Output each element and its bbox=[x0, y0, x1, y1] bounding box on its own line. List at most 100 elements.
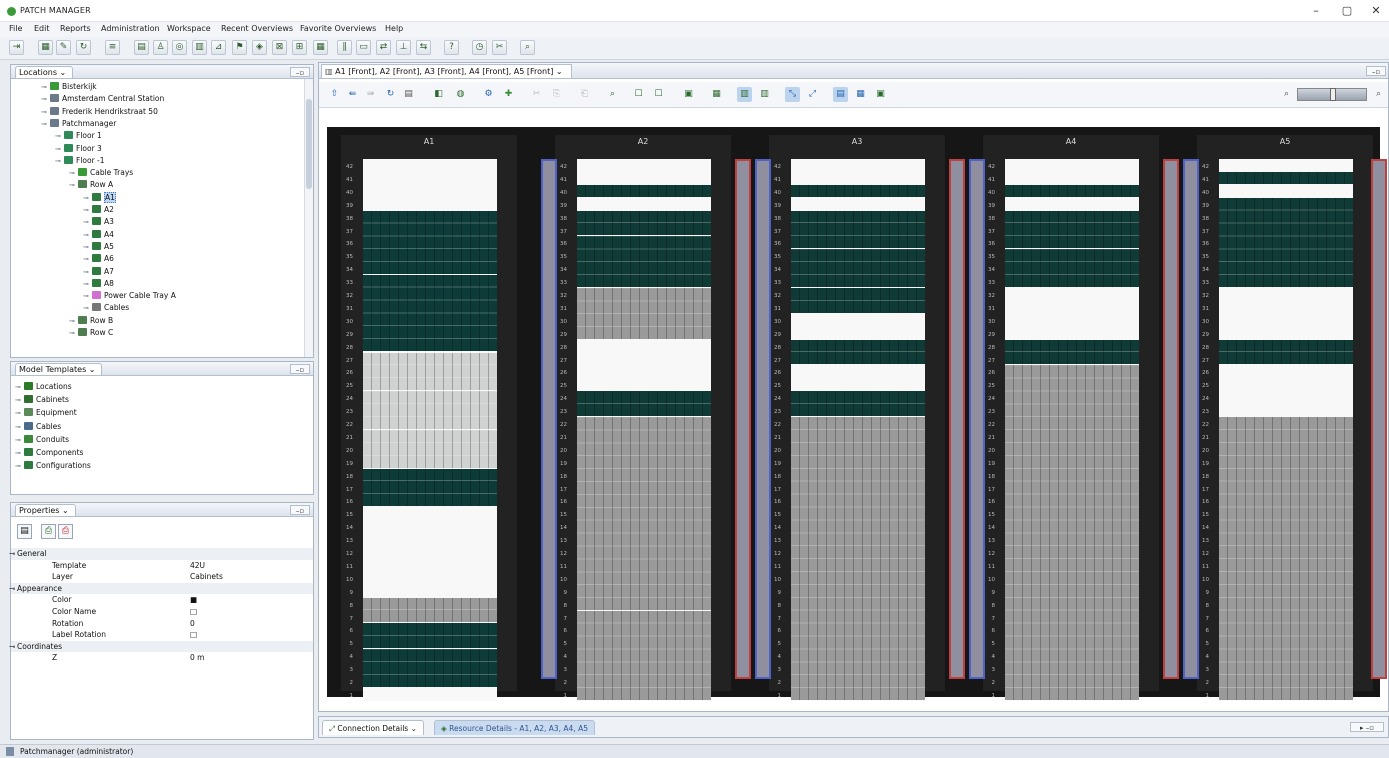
hierarchy-icon[interactable]: ⊥ bbox=[396, 40, 411, 55]
expand-icon[interactable]: ⊸ bbox=[83, 302, 92, 314]
rack-equipment[interactable] bbox=[1005, 249, 1139, 287]
location-tree-item[interactable]: ⊸ Cable Trays bbox=[69, 167, 133, 179]
menu-reports[interactable]: Reports bbox=[60, 24, 91, 33]
close-button[interactable]: ✕ bbox=[1365, 4, 1387, 18]
wrench-icon[interactable]: ✎ bbox=[56, 40, 71, 55]
film-icon[interactable]: ▤ bbox=[401, 87, 416, 102]
rack-equipment[interactable] bbox=[363, 429, 497, 468]
menu-administration[interactable]: Administration bbox=[101, 24, 160, 33]
rack-equipment[interactable] bbox=[363, 649, 497, 687]
help-icon[interactable]: ? bbox=[444, 40, 459, 55]
rack-equipment[interactable] bbox=[1005, 365, 1139, 700]
properties-minimize-button[interactable]: –▫ bbox=[290, 505, 310, 515]
rack-equipment[interactable] bbox=[791, 417, 925, 700]
network-icon[interactable]: ⊞ bbox=[292, 40, 307, 55]
expand-icon[interactable]: ⊸ bbox=[15, 460, 24, 472]
expand-icon[interactable]: ⊸ bbox=[15, 434, 24, 446]
rack-a1[interactable]: A1 42 41 40 39 38 37 36 35 34 33 32 31 30 29 28 27 26 25 24… bbox=[341, 135, 517, 701]
resource-details-tab[interactable]: ◈ Resource Details - A1, A2, A3, A4, A5 bbox=[434, 720, 595, 735]
rack-equipment[interactable] bbox=[791, 339, 925, 365]
globe-icon[interactable]: ◎ bbox=[172, 40, 187, 55]
view-icon[interactable]: ◧ bbox=[431, 87, 446, 102]
labels-icon[interactable]: ▤ bbox=[833, 87, 848, 102]
menu-favorite-overviews[interactable]: Favorite Overviews bbox=[300, 24, 376, 33]
front-view-icon[interactable]: ▥ bbox=[737, 87, 752, 102]
location-tree-item[interactable]: ⊸ A6 bbox=[83, 253, 114, 265]
export-icon[interactable]: ▣ bbox=[681, 87, 696, 102]
rack-equipment[interactable] bbox=[1005, 210, 1139, 249]
rack-equipment[interactable] bbox=[577, 610, 711, 700]
expand-icon[interactable]: ⊸ bbox=[41, 118, 50, 130]
refresh-icon[interactable]: ↻ bbox=[76, 40, 91, 55]
rack-equipment[interactable] bbox=[577, 184, 711, 197]
expand-icon[interactable]: ⊸ bbox=[41, 106, 50, 118]
property-value[interactable]: 42U bbox=[190, 560, 205, 572]
tree-icon[interactable]: ▦ bbox=[38, 40, 53, 55]
tools-icon[interactable]: ✂ bbox=[492, 40, 507, 55]
menu-edit[interactable]: Edit bbox=[34, 24, 50, 33]
template-item[interactable]: ⊸ Locations bbox=[15, 381, 72, 393]
location-tree-item[interactable]: ⊸ A5 bbox=[83, 241, 114, 253]
template-item[interactable]: ⊸ Cabinets bbox=[15, 394, 69, 406]
rack-a4[interactable]: A4 42 41 40 39 38 37 36 35 34 33 32 31 30 29 28 27 26 25 24… bbox=[983, 135, 1159, 701]
location-tree-item[interactable]: ⊸ Row B bbox=[69, 315, 113, 327]
expand-icon[interactable]: ⊸ bbox=[83, 241, 92, 253]
editor-minimize-button[interactable]: –▫ bbox=[1366, 66, 1386, 76]
rack-equipment[interactable] bbox=[1005, 339, 1139, 365]
tag-icon[interactable]: ◈ bbox=[252, 40, 267, 55]
rack-a5[interactable]: A5 42 41 40 39 38 37 36 35 34 33 32 31 30 29 28 27 26 25 24… bbox=[1197, 135, 1373, 701]
location-tree-item[interactable]: ⊸ A2 bbox=[83, 204, 114, 216]
template-item[interactable]: ⊸ Conduits bbox=[15, 434, 69, 446]
pdu-strip[interactable] bbox=[1183, 159, 1199, 679]
expand-icon[interactable]: ⊸ bbox=[15, 394, 24, 406]
rack-equipment[interactable] bbox=[791, 249, 925, 287]
property-row[interactable]: Color Name □ bbox=[11, 606, 313, 618]
cable-route-icon[interactable]: ⤢ bbox=[805, 87, 820, 102]
rack-equipment[interactable] bbox=[1219, 171, 1353, 184]
back-icon[interactable]: ⇚ bbox=[345, 87, 360, 102]
pdf-icon[interactable]: ⎙ bbox=[58, 524, 73, 539]
rack-equipment[interactable] bbox=[577, 288, 711, 339]
zoom-slider[interactable] bbox=[1297, 88, 1367, 101]
table-icon[interactable]: ▦ bbox=[313, 40, 328, 55]
expand-icon[interactable]: ⊸ bbox=[55, 143, 64, 155]
location-tree-item[interactable]: ⊸ Floor -1 bbox=[55, 155, 105, 167]
property-value[interactable]: ■ bbox=[190, 594, 197, 606]
menu-workspace[interactable]: Workspace bbox=[167, 24, 211, 33]
zoom-slider-thumb[interactable] bbox=[1330, 88, 1336, 101]
exit-icon[interactable]: ⇥ bbox=[9, 40, 24, 55]
forward-icon[interactable]: ⇛ bbox=[363, 87, 378, 102]
location-tree-item[interactable]: ⊸ Amsterdam Central Station bbox=[41, 93, 164, 105]
comment-add-icon[interactable]: ☐ bbox=[651, 87, 666, 102]
grid-icon[interactable]: ▤ bbox=[134, 40, 149, 55]
rack-interior[interactable] bbox=[1005, 159, 1139, 701]
property-row[interactable]: Layer Cabinets bbox=[11, 571, 313, 583]
location-tree-item[interactable]: ⊸ Cables bbox=[83, 302, 129, 314]
rack-interior[interactable] bbox=[363, 159, 497, 701]
print-icon[interactable]: ⎙ bbox=[41, 524, 56, 539]
pdu-strip[interactable] bbox=[969, 159, 985, 679]
bottom-panel-controls[interactable]: ▸ –▫ bbox=[1350, 722, 1384, 732]
model-templates-minimize-button[interactable]: –▫ bbox=[290, 364, 310, 374]
image-icon[interactable]: ▣ bbox=[873, 87, 888, 102]
rack-interior[interactable] bbox=[577, 159, 711, 701]
list-icon[interactable]: ≡ bbox=[105, 40, 120, 55]
rack-equipment[interactable] bbox=[363, 597, 497, 623]
menu-file[interactable]: File bbox=[9, 24, 22, 33]
details-icon[interactable]: ▦ bbox=[853, 87, 868, 102]
property-value[interactable]: Cabinets bbox=[190, 571, 223, 583]
clock-icon[interactable]: ◷ bbox=[472, 40, 487, 55]
rack-equipment[interactable] bbox=[791, 210, 925, 249]
property-category[interactable]: ⊸ General bbox=[9, 548, 313, 560]
expand-icon[interactable]: ⊸ bbox=[83, 229, 92, 241]
expand-icon[interactable]: ⊸ bbox=[83, 290, 92, 302]
pdu-strip[interactable] bbox=[949, 159, 965, 679]
cable-view-icon[interactable]: ⤡ bbox=[785, 87, 800, 102]
up-arrow-icon[interactable]: ⇧ bbox=[327, 87, 342, 102]
pdu-strip[interactable] bbox=[735, 159, 751, 679]
chart-icon[interactable]: ⊿ bbox=[211, 40, 226, 55]
rack-equipment[interactable] bbox=[577, 210, 711, 236]
expand-icon[interactable]: ⊸ bbox=[69, 179, 78, 191]
save-icon[interactable]: ▤ bbox=[17, 524, 32, 539]
comment-icon[interactable]: ☐ bbox=[631, 87, 646, 102]
